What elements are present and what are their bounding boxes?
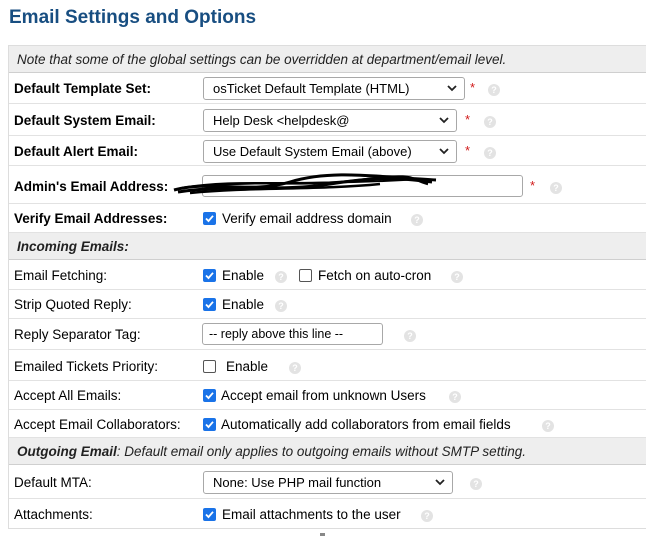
- email-fetching-enable-label: Enable: [222, 268, 265, 283]
- attachments-label: Attachments:: [14, 507, 93, 522]
- admin-email-label: Admin's Email Address:: [14, 179, 169, 194]
- system-email-value: Help Desk <helpdesk@: [213, 113, 350, 128]
- default-mta-select[interactable]: None: Use PHP mail function: [203, 471, 453, 494]
- template-set-label: Default Template Set:: [14, 81, 152, 96]
- page-title: Email Settings and Options: [9, 7, 257, 28]
- global-note: Note that some of the global settings ca…: [17, 52, 507, 67]
- verify-email-row: Verify Email Addresses: Verify email add…: [9, 204, 646, 233]
- chevron-down-icon: [435, 479, 445, 486]
- settings-form: Note that some of the global settings ca…: [8, 45, 646, 529]
- accept-collab-label: Accept Email Collaborators:: [14, 417, 181, 432]
- incoming-header: Incoming Emails:: [17, 239, 129, 254]
- help-icon[interactable]: ?: [404, 330, 416, 342]
- verify-email-checkbox[interactable]: [203, 212, 216, 225]
- help-icon[interactable]: ?: [289, 362, 301, 374]
- ticket-priority-checkbox[interactable]: [203, 360, 216, 373]
- template-set-row: Default Template Set: osTicket Default T…: [9, 73, 646, 104]
- verify-email-checkbox-label: Verify email address domain: [222, 211, 392, 226]
- check-icon: [205, 511, 214, 519]
- global-note-row: Note that some of the global settings ca…: [9, 46, 646, 73]
- reply-separator-row: Reply Separator Tag: -- reply above this…: [9, 319, 646, 350]
- alert-email-label: Default Alert Email:: [14, 144, 139, 159]
- attachments-checkbox[interactable]: [203, 508, 216, 521]
- reply-separator-value: -- reply above this line --: [209, 327, 344, 341]
- chevron-down-icon: [439, 148, 449, 155]
- alert-email-select[interactable]: Use Default System Email (above): [203, 140, 457, 163]
- alert-email-row: Default Alert Email: Use Default System …: [9, 136, 646, 166]
- help-icon[interactable]: ?: [470, 478, 482, 490]
- system-email-label: Default System Email:: [14, 113, 156, 128]
- help-icon[interactable]: ?: [488, 84, 500, 96]
- default-mta-value: None: Use PHP mail function: [213, 475, 382, 490]
- attachments-row: Attachments: Email attachments to the us…: [9, 499, 646, 529]
- scroll-indicator: [320, 533, 325, 536]
- ticket-priority-enable-label: Enable: [226, 359, 269, 374]
- check-icon: [205, 392, 214, 400]
- accept-all-row: Accept All Emails: Accept email from unk…: [9, 381, 646, 410]
- system-email-row: Default System Email: Help Desk <helpdes…: [9, 104, 646, 136]
- strip-quoted-enable-label: Enable: [222, 297, 265, 312]
- strip-quoted-row: Strip Quoted Reply: Enable ?: [9, 290, 646, 319]
- outgoing-header-note: : Default email only applies to outgoing…: [116, 444, 526, 459]
- check-icon: [205, 272, 214, 280]
- verify-email-label: Verify Email Addresses:: [14, 211, 168, 226]
- strip-quoted-label: Strip Quoted Reply:: [14, 297, 132, 312]
- help-icon[interactable]: ?: [275, 271, 287, 283]
- ticket-priority-row: Emailed Tickets Priority: Enable ?: [9, 350, 646, 381]
- help-icon[interactable]: ?: [542, 420, 554, 432]
- check-icon: [205, 215, 214, 223]
- help-icon[interactable]: ?: [275, 300, 287, 312]
- ticket-priority-label: Emailed Tickets Priority:: [14, 359, 159, 374]
- fetch-auto-cron-checkbox[interactable]: [299, 269, 312, 282]
- template-set-value: osTicket Default Template (HTML): [213, 81, 410, 96]
- required-marker: *: [465, 112, 471, 127]
- help-icon[interactable]: ?: [484, 116, 496, 128]
- chevron-down-icon: [447, 85, 457, 92]
- accept-collab-checkbox-label: Automatically add collaborators from ema…: [221, 417, 511, 432]
- strip-quoted-checkbox[interactable]: [203, 298, 216, 311]
- check-icon: [205, 421, 214, 429]
- redaction-scribble: [173, 173, 437, 195]
- accept-all-label: Accept All Emails:: [14, 388, 122, 403]
- outgoing-header: Outgoing Email: Default email only appli…: [17, 444, 526, 459]
- outgoing-header-row: Outgoing Email: Default email only appli…: [9, 438, 646, 465]
- fetch-auto-cron-label: Fetch on auto-cron: [318, 268, 432, 283]
- help-icon[interactable]: ?: [484, 147, 496, 159]
- accept-all-checkbox[interactable]: [203, 389, 216, 402]
- help-icon[interactable]: ?: [411, 214, 423, 226]
- help-icon[interactable]: ?: [449, 391, 461, 403]
- check-icon: [205, 301, 214, 309]
- outgoing-header-title: Outgoing Email: [17, 444, 117, 459]
- required-marker: *: [470, 80, 476, 95]
- required-marker: *: [530, 178, 536, 193]
- help-icon[interactable]: ?: [451, 271, 463, 283]
- default-mta-row: Default MTA: None: Use PHP mail function…: [9, 465, 646, 499]
- attachments-checkbox-label: Email attachments to the user: [222, 507, 401, 522]
- help-icon[interactable]: ?: [550, 182, 562, 194]
- template-set-select[interactable]: osTicket Default Template (HTML): [203, 77, 465, 100]
- help-icon[interactable]: ?: [421, 510, 433, 522]
- email-fetching-checkbox[interactable]: [203, 269, 216, 282]
- chevron-down-icon: [439, 117, 449, 124]
- reply-separator-label: Reply Separator Tag:: [14, 327, 141, 342]
- required-marker: *: [465, 143, 471, 158]
- system-email-select[interactable]: Help Desk <helpdesk@: [203, 109, 457, 132]
- incoming-header-row: Incoming Emails:: [9, 233, 646, 260]
- email-fetching-label: Email Fetching:: [14, 268, 108, 283]
- accept-collab-row: Accept Email Collaborators: Automaticall…: [9, 410, 646, 438]
- default-mta-label: Default MTA:: [14, 475, 92, 490]
- reply-separator-input[interactable]: -- reply above this line --: [202, 323, 383, 345]
- alert-email-value: Use Default System Email (above): [213, 144, 412, 159]
- accept-collab-checkbox[interactable]: [203, 418, 216, 431]
- email-fetching-row: Email Fetching: Enable ? Fetch on auto-c…: [9, 260, 646, 290]
- accept-all-checkbox-label: Accept email from unknown Users: [221, 388, 426, 403]
